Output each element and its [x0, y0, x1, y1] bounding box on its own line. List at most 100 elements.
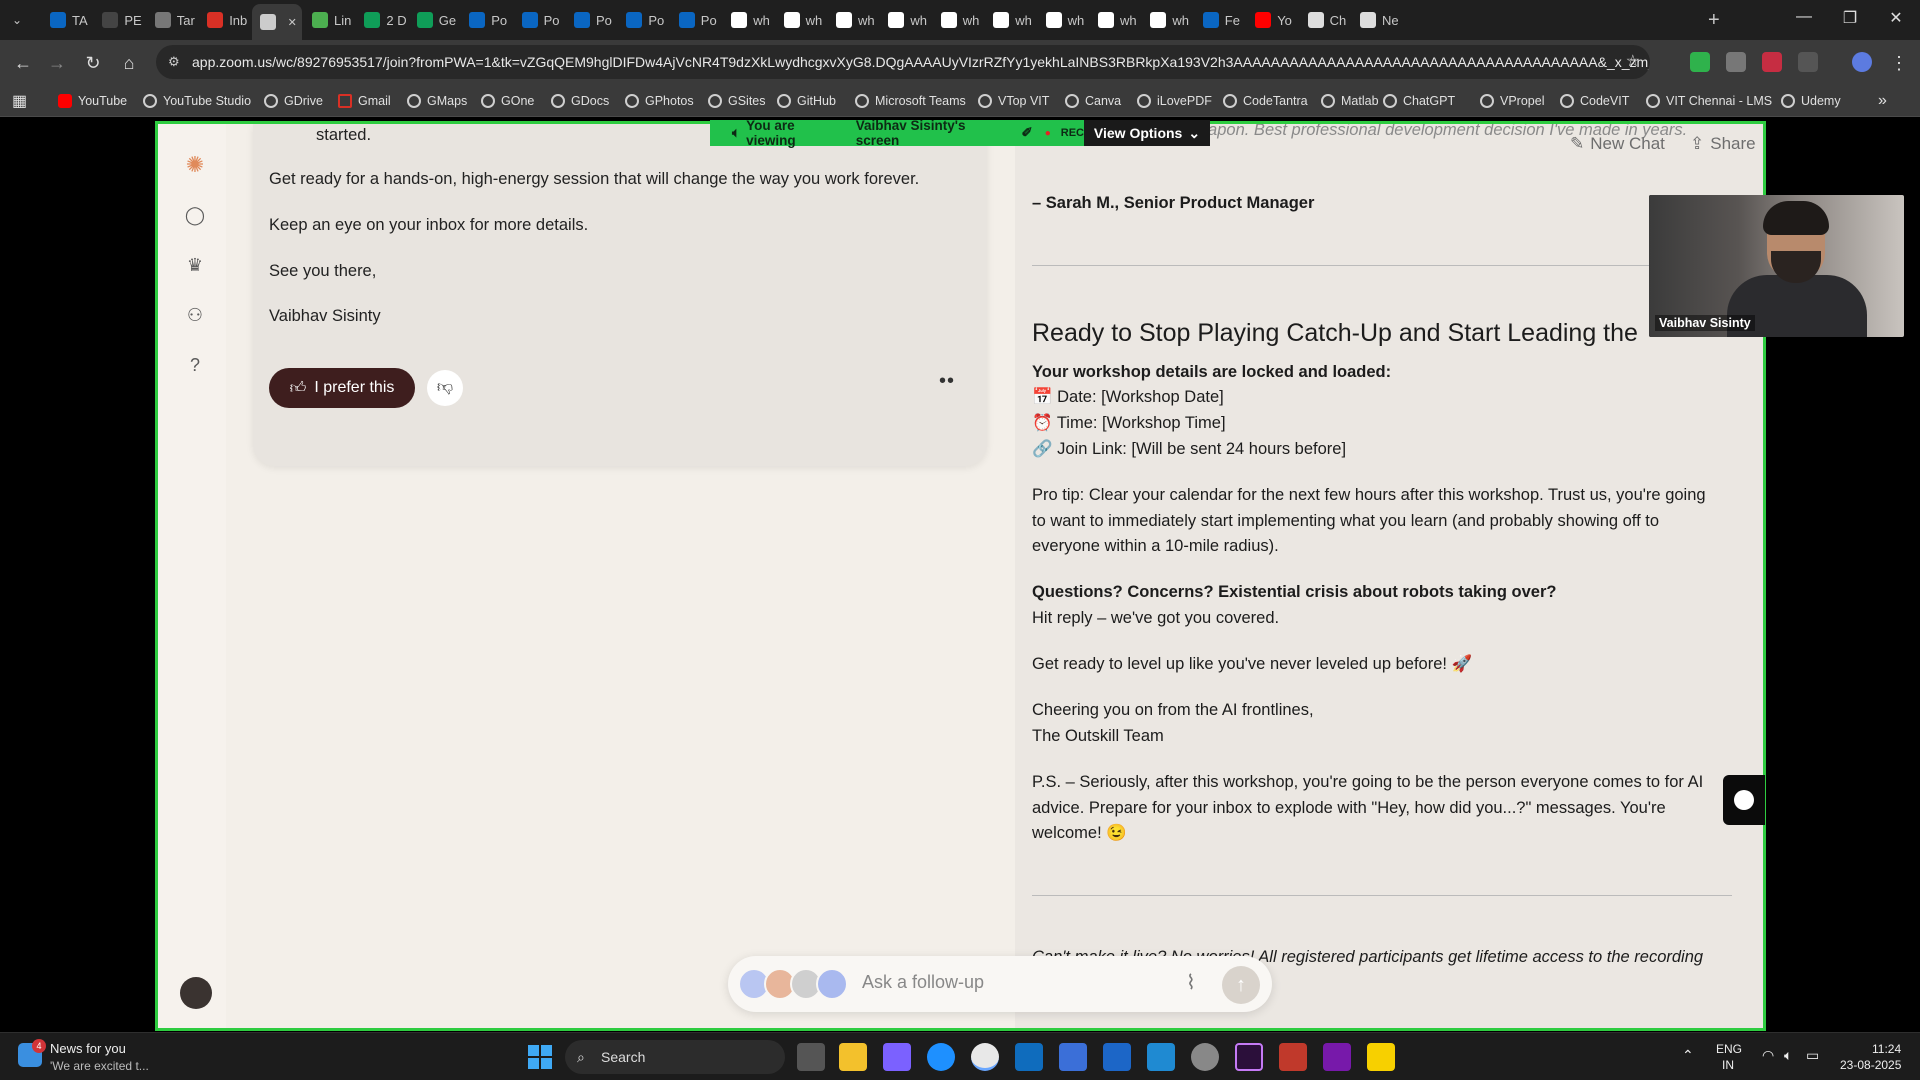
- copilot-icon[interactable]: [883, 1043, 911, 1071]
- browser-tab[interactable]: Fe: [1195, 6, 1245, 34]
- bookmark-item[interactable]: Gmail: [338, 92, 391, 110]
- bookmark-item[interactable]: GitHub: [777, 92, 836, 110]
- extension-shield-icon[interactable]: [1690, 52, 1710, 72]
- chrome-icon[interactable]: [971, 1043, 999, 1071]
- model-selector[interactable]: [738, 968, 850, 1000]
- browser-tab[interactable]: ✕: [251, 4, 302, 40]
- back-button[interactable]: ←: [10, 50, 36, 76]
- browser-tab[interactable]: Yo: [1247, 6, 1297, 34]
- vscode-icon[interactable]: [1147, 1043, 1175, 1071]
- bookmark-item[interactable]: GDocs: [551, 92, 609, 110]
- clock-time[interactable]: 11:24: [1872, 1042, 1901, 1056]
- view-options-button[interactable]: View Options ⌄: [1084, 120, 1210, 146]
- browser-tab[interactable]: Ge: [409, 6, 459, 34]
- bookmark-item[interactable]: Microsoft Teams: [855, 92, 966, 110]
- browser-tab[interactable]: Tar: [147, 6, 197, 34]
- home-button[interactable]: ⌂: [116, 50, 142, 76]
- browser-tab[interactable]: wh: [723, 6, 773, 34]
- browser-tab[interactable]: PE: [94, 6, 144, 34]
- more-options-icon[interactable]: ••: [939, 370, 955, 393]
- browser-tab[interactable]: Inb: [199, 6, 249, 34]
- wifi-icon[interactable]: ◠: [1762, 1047, 1774, 1064]
- battery-icon[interactable]: ▭: [1806, 1047, 1819, 1064]
- browser-tab[interactable]: wh: [776, 6, 826, 34]
- edge-icon[interactable]: [927, 1043, 955, 1071]
- restore-button[interactable]: ❐: [1830, 8, 1870, 28]
- bookmark-item[interactable]: VTop VIT: [978, 92, 1049, 110]
- bookmark-item[interactable]: GDrive: [264, 92, 323, 110]
- taskbar-search[interactable]: ⌕ Search: [565, 1040, 785, 1074]
- tray-chevron-icon[interactable]: ⌃: [1682, 1047, 1694, 1064]
- bookmark-item[interactable]: VIT Chennai - LMS: [1646, 92, 1772, 110]
- browser-tab[interactable]: Po: [671, 6, 721, 34]
- side-chat-bubble[interactable]: [1723, 775, 1765, 825]
- store-icon[interactable]: [1059, 1043, 1087, 1071]
- task-view-icon[interactable]: [797, 1043, 825, 1071]
- user-avatar[interactable]: [180, 977, 212, 1009]
- prefer-this-button[interactable]: 👍︎ I prefer this: [269, 368, 415, 408]
- snipping-tool-icon[interactable]: [1279, 1043, 1307, 1071]
- bookmark-item[interactable]: iLovePDF: [1137, 92, 1212, 110]
- forward-button[interactable]: →: [44, 50, 70, 76]
- minimize-button[interactable]: —: [1784, 8, 1824, 26]
- browser-tab[interactable]: wh: [1038, 6, 1088, 34]
- browser-tab[interactable]: Po: [566, 6, 616, 34]
- profile-avatar[interactable]: [1852, 52, 1872, 72]
- windows-start-icon[interactable]: [528, 1045, 552, 1069]
- close-tab-icon[interactable]: ✕: [288, 16, 297, 29]
- outlook-icon[interactable]: [1015, 1043, 1043, 1071]
- browser-tab[interactable]: Lin: [304, 6, 354, 34]
- sticky-notes-icon[interactable]: [1367, 1043, 1395, 1071]
- site-info-icon[interactable]: ⚙: [168, 45, 180, 79]
- app-logo-icon[interactable]: ✺: [184, 154, 206, 176]
- crown-icon[interactable]: ♛: [184, 254, 206, 276]
- premiere-icon[interactable]: [1235, 1043, 1263, 1071]
- bookmark-item[interactable]: Canva: [1065, 92, 1121, 110]
- browser-tab[interactable]: wh: [933, 6, 983, 34]
- thumbs-down-button[interactable]: 👎︎: [427, 370, 463, 406]
- participant-video-tile[interactable]: Vaibhav Sisinty: [1649, 195, 1904, 337]
- blue-app-icon[interactable]: [1103, 1043, 1131, 1071]
- address-bar[interactable]: ⚙ app.zoom.us/wc/89276953517/join?fromPW…: [156, 45, 1650, 79]
- user-icon[interactable]: ⚇: [184, 304, 206, 326]
- bookmark-item[interactable]: GOne: [481, 92, 534, 110]
- bookmark-item[interactable]: Matlab: [1321, 92, 1379, 110]
- browser-tab[interactable]: wh: [985, 6, 1035, 34]
- onenote-icon[interactable]: [1323, 1043, 1351, 1071]
- ask-followup-bar[interactable]: Ask a follow-up ⌇ ↑: [728, 956, 1272, 1012]
- close-window-button[interactable]: ✕: [1876, 8, 1916, 28]
- apps-grid-icon[interactable]: ▦: [12, 92, 27, 110]
- bookmark-star-icon[interactable]: ☆: [1626, 45, 1640, 79]
- browser-tab[interactable]: Po: [514, 6, 564, 34]
- extension-pocket-icon[interactable]: [1762, 52, 1782, 72]
- bookmark-item[interactable]: YouTube: [58, 92, 127, 110]
- browser-tab[interactable]: TA: [42, 6, 92, 34]
- browser-tab[interactable]: wh: [1142, 6, 1192, 34]
- bookmark-item[interactable]: GPhotos: [625, 92, 694, 110]
- share-button[interactable]: ⇪ Share: [1690, 134, 1756, 154]
- new-tab-button[interactable]: +: [1700, 6, 1730, 34]
- extension-camera-icon[interactable]: [1726, 52, 1746, 72]
- chat-icon[interactable]: ◯: [184, 204, 206, 226]
- bookmark-item[interactable]: YouTube Studio: [143, 92, 251, 110]
- tab-search-dropdown[interactable]: ⌄: [4, 6, 36, 34]
- attach-icon[interactable]: ⌇: [1186, 970, 1196, 995]
- new-chat-button[interactable]: ✎ New Chat: [1570, 134, 1665, 154]
- send-button[interactable]: ↑: [1222, 966, 1260, 1004]
- volume-icon[interactable]: 🔈︎: [1784, 1047, 1792, 1064]
- browser-tab[interactable]: 2 D: [356, 6, 407, 34]
- news-title[interactable]: News for you: [50, 1041, 126, 1056]
- chatgpt-app-icon[interactable]: [1191, 1043, 1219, 1071]
- browser-tab[interactable]: wh: [880, 6, 930, 34]
- language-line-1[interactable]: ENG: [1716, 1042, 1742, 1056]
- bookmark-item[interactable]: VPropel: [1480, 92, 1544, 110]
- browser-tab[interactable]: Ne: [1352, 6, 1402, 34]
- browser-menu-icon[interactable]: ⋮: [1886, 50, 1912, 76]
- extensions-puzzle-icon[interactable]: [1798, 52, 1818, 72]
- browser-tab[interactable]: Po: [461, 6, 511, 34]
- browser-tab[interactable]: Ch: [1300, 6, 1350, 34]
- bookmark-item[interactable]: CodeTantra: [1223, 92, 1308, 110]
- bookmark-item[interactable]: ChatGPT: [1383, 92, 1455, 110]
- browser-tab[interactable]: wh: [828, 6, 878, 34]
- browser-tab[interactable]: wh: [1090, 6, 1140, 34]
